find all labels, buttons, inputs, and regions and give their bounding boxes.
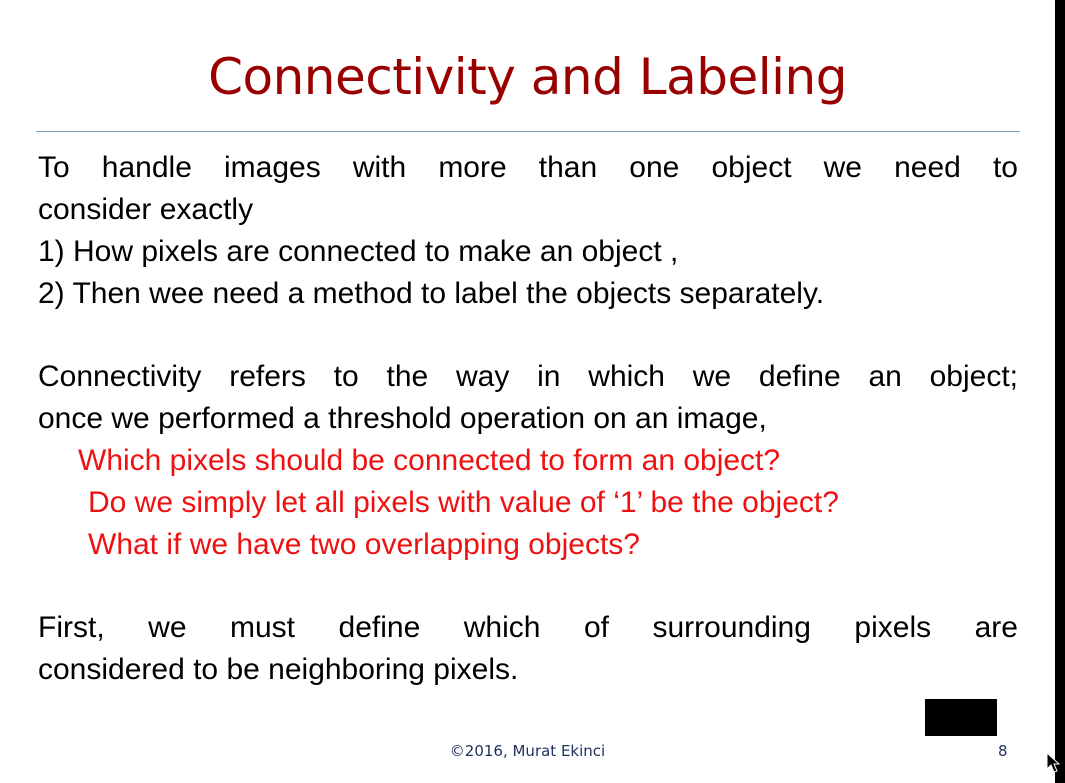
- slide: Connectivity and Labeling To handle imag…: [0, 0, 1065, 783]
- list-item: 1) How pixels are connected to make an o…: [38, 235, 679, 268]
- window-edge: [1055, 0, 1065, 783]
- text-line: First, we must define which of surroundi…: [38, 611, 1018, 644]
- text-line: consider exactly: [38, 193, 254, 226]
- footer-copyright: ©2016, Murat Ekinci: [449, 742, 606, 760]
- list-item: 2) Then wee need a method to label the o…: [38, 277, 825, 310]
- paragraph-neighbors: First, we must define which of surroundi…: [38, 607, 1018, 691]
- page-number: 8: [998, 742, 1008, 760]
- text-line: To handle images with more than one obje…: [38, 151, 1018, 184]
- text-line: Connectivity refers to the way in which …: [38, 360, 1018, 393]
- mouse-pointer-icon: [1046, 752, 1060, 773]
- redaction-box: [925, 699, 997, 736]
- text-line: once we performed a threshold operation …: [38, 402, 767, 435]
- question-line: Do we simply let all pixels with value o…: [88, 486, 839, 519]
- title-divider: [36, 131, 1020, 132]
- question-line: Which pixels should be connected to form…: [78, 444, 781, 477]
- question-line: What if we have two overlapping objects?: [88, 528, 640, 561]
- paragraph-connectivity: Connectivity refers to the way in which …: [38, 356, 1018, 566]
- slide-body: To handle images with more than one obje…: [38, 147, 1018, 691]
- slide-title: Connectivity and Labeling: [208, 48, 847, 106]
- paragraph-intro: To handle images with more than one obje…: [38, 147, 1018, 315]
- text-line: considered to be neighboring pixels.: [38, 653, 519, 686]
